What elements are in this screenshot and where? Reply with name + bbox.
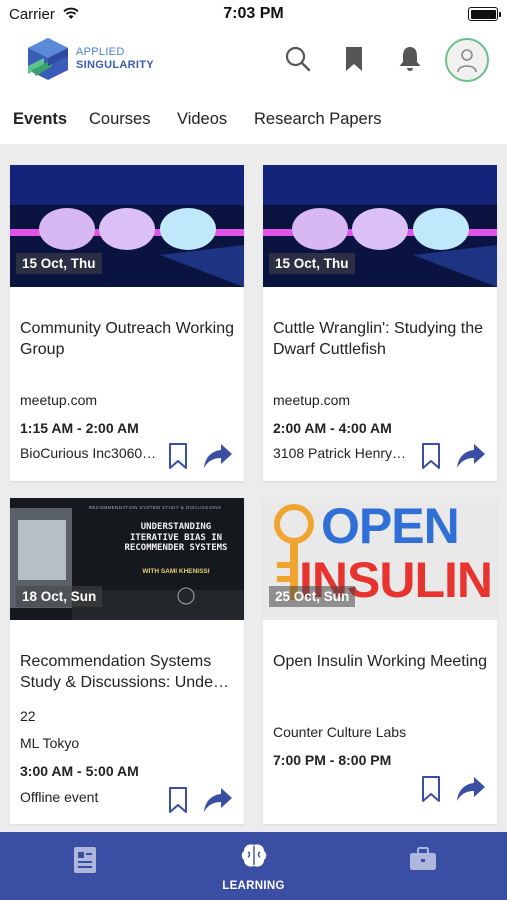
bookmark-icon[interactable]	[339, 44, 369, 74]
logo-line2: SINGULARITY	[76, 59, 154, 71]
bookmark-icon[interactable]	[167, 442, 189, 470]
news-icon	[73, 847, 96, 873]
tab-courses[interactable]: Courses	[89, 110, 150, 129]
battery-icon	[468, 7, 501, 21]
event-count: 22	[20, 708, 36, 724]
share-icon[interactable]	[202, 442, 234, 470]
event-image: RECOMMENDATION SYSTEM STUDY & DISCUSSION…	[10, 498, 244, 620]
nav-learning-label: LEARNING	[222, 880, 285, 892]
event-location: Offline event	[20, 789, 99, 805]
share-icon[interactable]	[455, 442, 487, 470]
event-title[interactable]: Recommendation Systems Study & Discussio…	[20, 651, 236, 693]
bookmark-icon[interactable]	[420, 442, 442, 470]
bookmark-icon[interactable]	[167, 786, 189, 814]
event-date: 25 Oct, Sun	[269, 586, 356, 607]
event-group: ML Tokyo	[20, 735, 80, 751]
logo-mark-icon	[28, 38, 68, 80]
image-caption-small: RECOMMENDATION SYSTEM STUDY & DISCUSSION…	[88, 505, 222, 510]
tab-events[interactable]: Events	[13, 110, 67, 129]
status-time: 7:03 PM	[223, 5, 284, 22]
event-card[interactable]: OPEN INSULIN 25 Oct, Sun Open Insulin Wo…	[263, 498, 497, 824]
status-bar: Carrier 7:03 PM	[0, 0, 507, 30]
event-image: 15 Oct, Thu	[263, 165, 497, 287]
tab-research-papers[interactable]: Research Papers	[254, 110, 381, 129]
search-icon[interactable]	[283, 44, 313, 74]
image-word-open: OPEN	[321, 498, 460, 554]
event-date: 18 Oct, Sun	[16, 586, 103, 607]
event-card[interactable]: 15 Oct, Thu Community Outreach Working G…	[10, 165, 244, 481]
nav-learning[interactable]: LEARNING	[169, 832, 338, 900]
image-subcaption: WITH SAMI KHENISSI	[142, 568, 210, 575]
category-tabs: Events Courses Videos Research Papers	[0, 92, 507, 144]
brain-icon	[241, 844, 266, 867]
nav-news[interactable]	[0, 832, 169, 900]
event-title[interactable]: Cuttle Wranglin': Studying the Dwarf Cut…	[273, 318, 489, 360]
event-date: 15 Oct, Thu	[16, 253, 102, 274]
nav-jobs[interactable]	[338, 832, 507, 900]
user-icon	[457, 49, 477, 73]
event-card[interactable]: RECOMMENDATION SYSTEM STUDY & DISCUSSION…	[10, 498, 244, 824]
event-site: meetup.com	[20, 392, 98, 408]
image-caption: UNDERSTANDING ITERATIVE BIAS IN RECOMMEN…	[124, 522, 228, 553]
event-site: meetup.com	[273, 392, 351, 408]
app-header: APPLIED SINGULARITY	[0, 30, 507, 92]
app-logo[interactable]: APPLIED SINGULARITY	[22, 36, 154, 82]
share-icon[interactable]	[202, 786, 234, 814]
share-icon[interactable]	[455, 775, 487, 803]
event-title[interactable]: Open Insulin Working Meeting	[273, 651, 489, 672]
event-image: 15 Oct, Thu	[10, 165, 244, 287]
bottom-nav: LEARNING	[0, 832, 507, 900]
event-location: 3108 Patrick Henry…	[273, 445, 407, 461]
event-date: 15 Oct, Thu	[269, 253, 355, 274]
event-title[interactable]: Community Outreach Working Group	[20, 318, 236, 360]
event-time: 3:00 AM - 5:00 AM	[20, 763, 139, 779]
bell-icon[interactable]	[395, 44, 425, 74]
event-time: 1:15 AM - 2:00 AM	[20, 420, 139, 436]
briefcase-icon	[409, 847, 436, 870]
event-image: OPEN INSULIN 25 Oct, Sun	[263, 498, 497, 620]
bookmark-icon[interactable]	[420, 775, 442, 803]
logo-line1: APPLIED	[76, 46, 125, 58]
tab-videos[interactable]: Videos	[177, 110, 227, 129]
event-time: 7:00 PM - 8:00 PM	[273, 752, 392, 768]
event-card[interactable]: 15 Oct, Thu Cuttle Wranglin': Studying t…	[263, 165, 497, 481]
event-time: 2:00 AM - 4:00 AM	[273, 420, 392, 436]
avatar[interactable]	[445, 38, 489, 82]
event-location: Counter Culture Labs	[273, 724, 407, 740]
event-location: BioCurious Inc3060…	[20, 445, 157, 461]
